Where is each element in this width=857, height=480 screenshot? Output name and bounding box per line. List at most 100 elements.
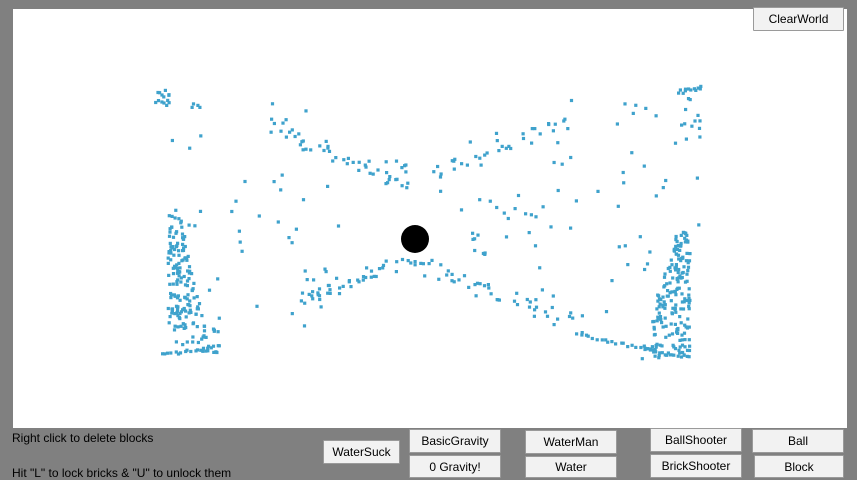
water-particle: [668, 265, 672, 269]
basic-gravity-button[interactable]: BasicGravity: [409, 429, 501, 453]
water-particle: [290, 312, 294, 316]
zero-gravity-button[interactable]: 0 Gravity!: [409, 455, 501, 478]
water-particle: [326, 184, 330, 188]
water-particle: [421, 262, 425, 266]
water-particle: [193, 224, 197, 228]
water-particle: [167, 250, 171, 254]
water-particle: [168, 282, 172, 286]
water-particle: [687, 287, 691, 291]
water-particle: [684, 107, 688, 112]
water-button[interactable]: Water: [525, 456, 617, 478]
water-particle: [509, 146, 513, 151]
water-particle: [170, 307, 174, 311]
clear-world-button[interactable]: ClearWorld: [753, 7, 844, 31]
water-particle: [677, 91, 681, 95]
water-particle: [674, 244, 678, 248]
water-particle: [655, 342, 659, 346]
water-particle: [681, 270, 685, 275]
water-particle: [400, 184, 404, 188]
water-particle: [630, 151, 634, 155]
ball-button[interactable]: Ball: [752, 429, 844, 453]
water-particle: [175, 244, 179, 248]
water-particle: [656, 293, 660, 297]
water-particle: [532, 314, 536, 318]
water-particle: [681, 256, 685, 260]
water-particle: [527, 231, 531, 235]
water-particle: [483, 252, 487, 256]
water-particle: [571, 316, 575, 320]
world-canvas[interactable]: [13, 9, 847, 428]
water-particle: [257, 214, 261, 218]
water-particle: [556, 141, 560, 145]
water-particle: [371, 172, 375, 176]
ball[interactable]: [401, 225, 429, 253]
water-particle: [170, 225, 174, 229]
water-particle: [686, 265, 691, 269]
water-suck-button[interactable]: WaterSuck: [323, 440, 400, 464]
water-particle: [482, 284, 487, 288]
water-particle: [211, 327, 216, 331]
water-particle: [672, 249, 676, 253]
water-particle: [478, 282, 482, 286]
water-particle: [569, 311, 573, 315]
ball-shooter-button[interactable]: BallShooter: [650, 428, 742, 452]
brick-shooter-button[interactable]: BrickShooter: [650, 454, 742, 478]
water-particle: [423, 274, 427, 278]
water-particle: [473, 248, 477, 253]
water-particle: [640, 357, 644, 361]
water-particle: [673, 322, 677, 326]
water-particle: [685, 326, 690, 330]
water-particle: [394, 270, 398, 274]
water-particle: [551, 129, 555, 133]
water-particle: [674, 310, 678, 314]
water-particle: [191, 102, 196, 106]
water-particle: [216, 277, 220, 281]
water-particle: [474, 294, 478, 298]
water-particle: [694, 88, 698, 92]
water-particle: [174, 208, 178, 212]
water-particle: [301, 198, 306, 202]
block-button[interactable]: Block: [754, 455, 844, 478]
water-particle: [678, 315, 682, 319]
water-man-button[interactable]: WaterMan: [525, 430, 617, 454]
water-particle: [654, 194, 658, 198]
water-particle: [595, 338, 599, 342]
water-particle: [301, 148, 305, 152]
water-particle: [610, 340, 614, 344]
water-particle: [596, 189, 600, 193]
water-particle: [657, 311, 661, 315]
water-particle: [293, 134, 297, 139]
water-particle: [621, 170, 625, 175]
water-particle: [238, 240, 242, 244]
water-particle: [327, 149, 332, 153]
water-particle: [196, 307, 200, 311]
water-particle: [683, 232, 688, 236]
water-particle: [288, 130, 292, 134]
water-particle: [167, 234, 172, 238]
water-particle: [656, 299, 660, 303]
water-particle: [685, 348, 690, 352]
water-particle: [172, 293, 176, 297]
water-particle: [648, 250, 652, 254]
water-particle: [202, 324, 207, 328]
water-particle: [630, 343, 634, 347]
water-particle: [462, 274, 467, 278]
water-particle: [567, 314, 572, 319]
water-particle: [364, 165, 368, 169]
water-particle: [683, 122, 687, 126]
water-particle: [311, 290, 315, 294]
water-particle: [679, 233, 683, 237]
water-particle: [368, 171, 372, 175]
water-particle: [626, 345, 630, 349]
water-particle: [190, 105, 194, 109]
water-particle: [192, 281, 196, 285]
water-particle: [530, 141, 534, 145]
water-particle: [569, 226, 573, 230]
water-particle: [545, 314, 550, 318]
water-particle: [200, 337, 204, 341]
water-particle: [395, 177, 399, 181]
water-particle: [182, 274, 186, 279]
water-particle: [453, 157, 457, 161]
water-particle: [668, 281, 672, 285]
water-particle: [179, 280, 183, 284]
